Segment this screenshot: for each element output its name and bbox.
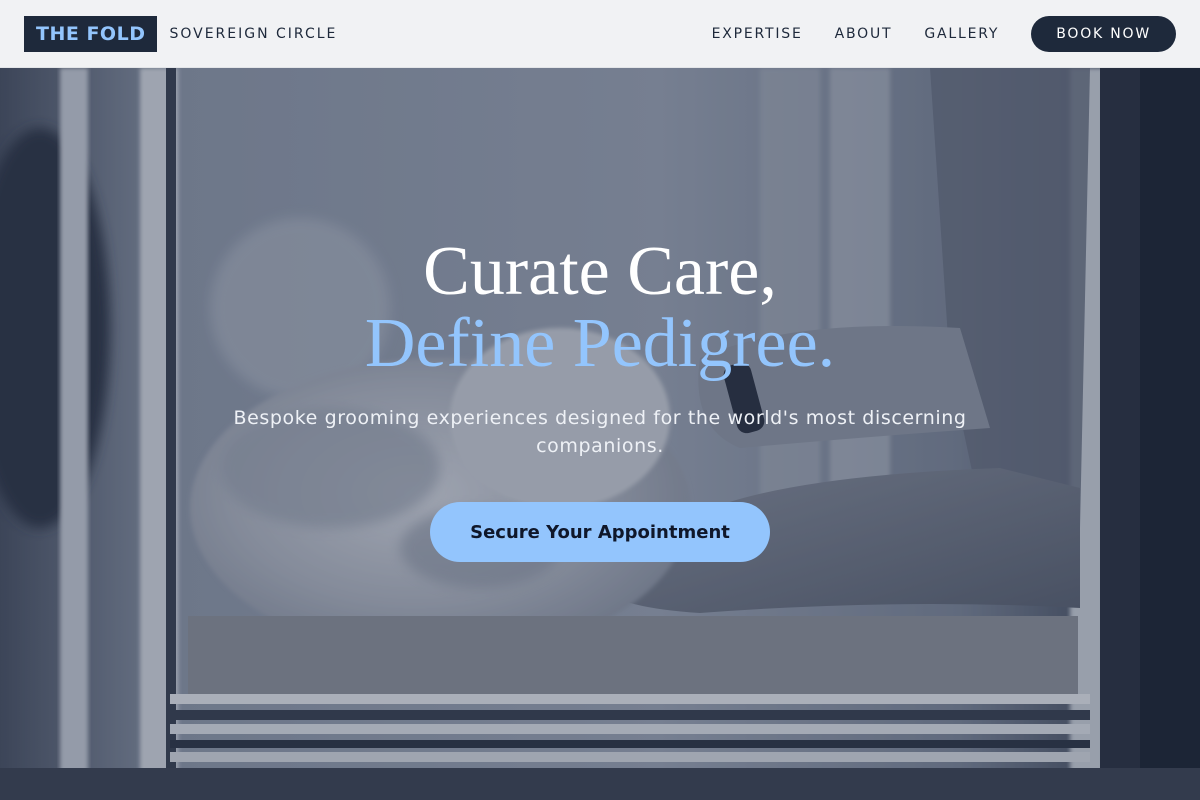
headline-line-2: Define Pedigree. [364,305,836,382]
nav-link-expertise[interactable]: EXPERTISE [712,26,803,42]
top-nav: THE FOLD SOVEREIGN CIRCLE EXPERTISE ABOU… [0,0,1200,68]
headline-line-1: Curate Care, [423,233,777,310]
brand[interactable]: THE FOLD SOVEREIGN CIRCLE [24,15,338,52]
hero-content: Curate Care, Define Pedigree. Bespoke gr… [0,68,1200,800]
nav-link-gallery[interactable]: GALLERY [924,26,999,42]
secure-appointment-button[interactable]: Secure Your Appointment [430,502,770,562]
hero-subtitle: Bespoke grooming experiences designed fo… [233,407,967,457]
hero-section: Curate Care, Define Pedigree. Bespoke gr… [0,68,1200,800]
logo[interactable]: THE FOLD [24,15,158,52]
book-now-button[interactable]: BOOK NOW [1031,15,1176,52]
landing-page: THE FOLD SOVEREIGN CIRCLE EXPERTISE ABOU… [0,0,1200,800]
hero-headline: Curate Care, Define Pedigree. [0,236,1200,380]
brand-tagline: SOVEREIGN CIRCLE [169,25,338,42]
nav-link-about[interactable]: ABOUT [835,26,893,42]
nav-links: EXPERTISE ABOUT GALLERY BOOK NOW [712,15,1176,52]
